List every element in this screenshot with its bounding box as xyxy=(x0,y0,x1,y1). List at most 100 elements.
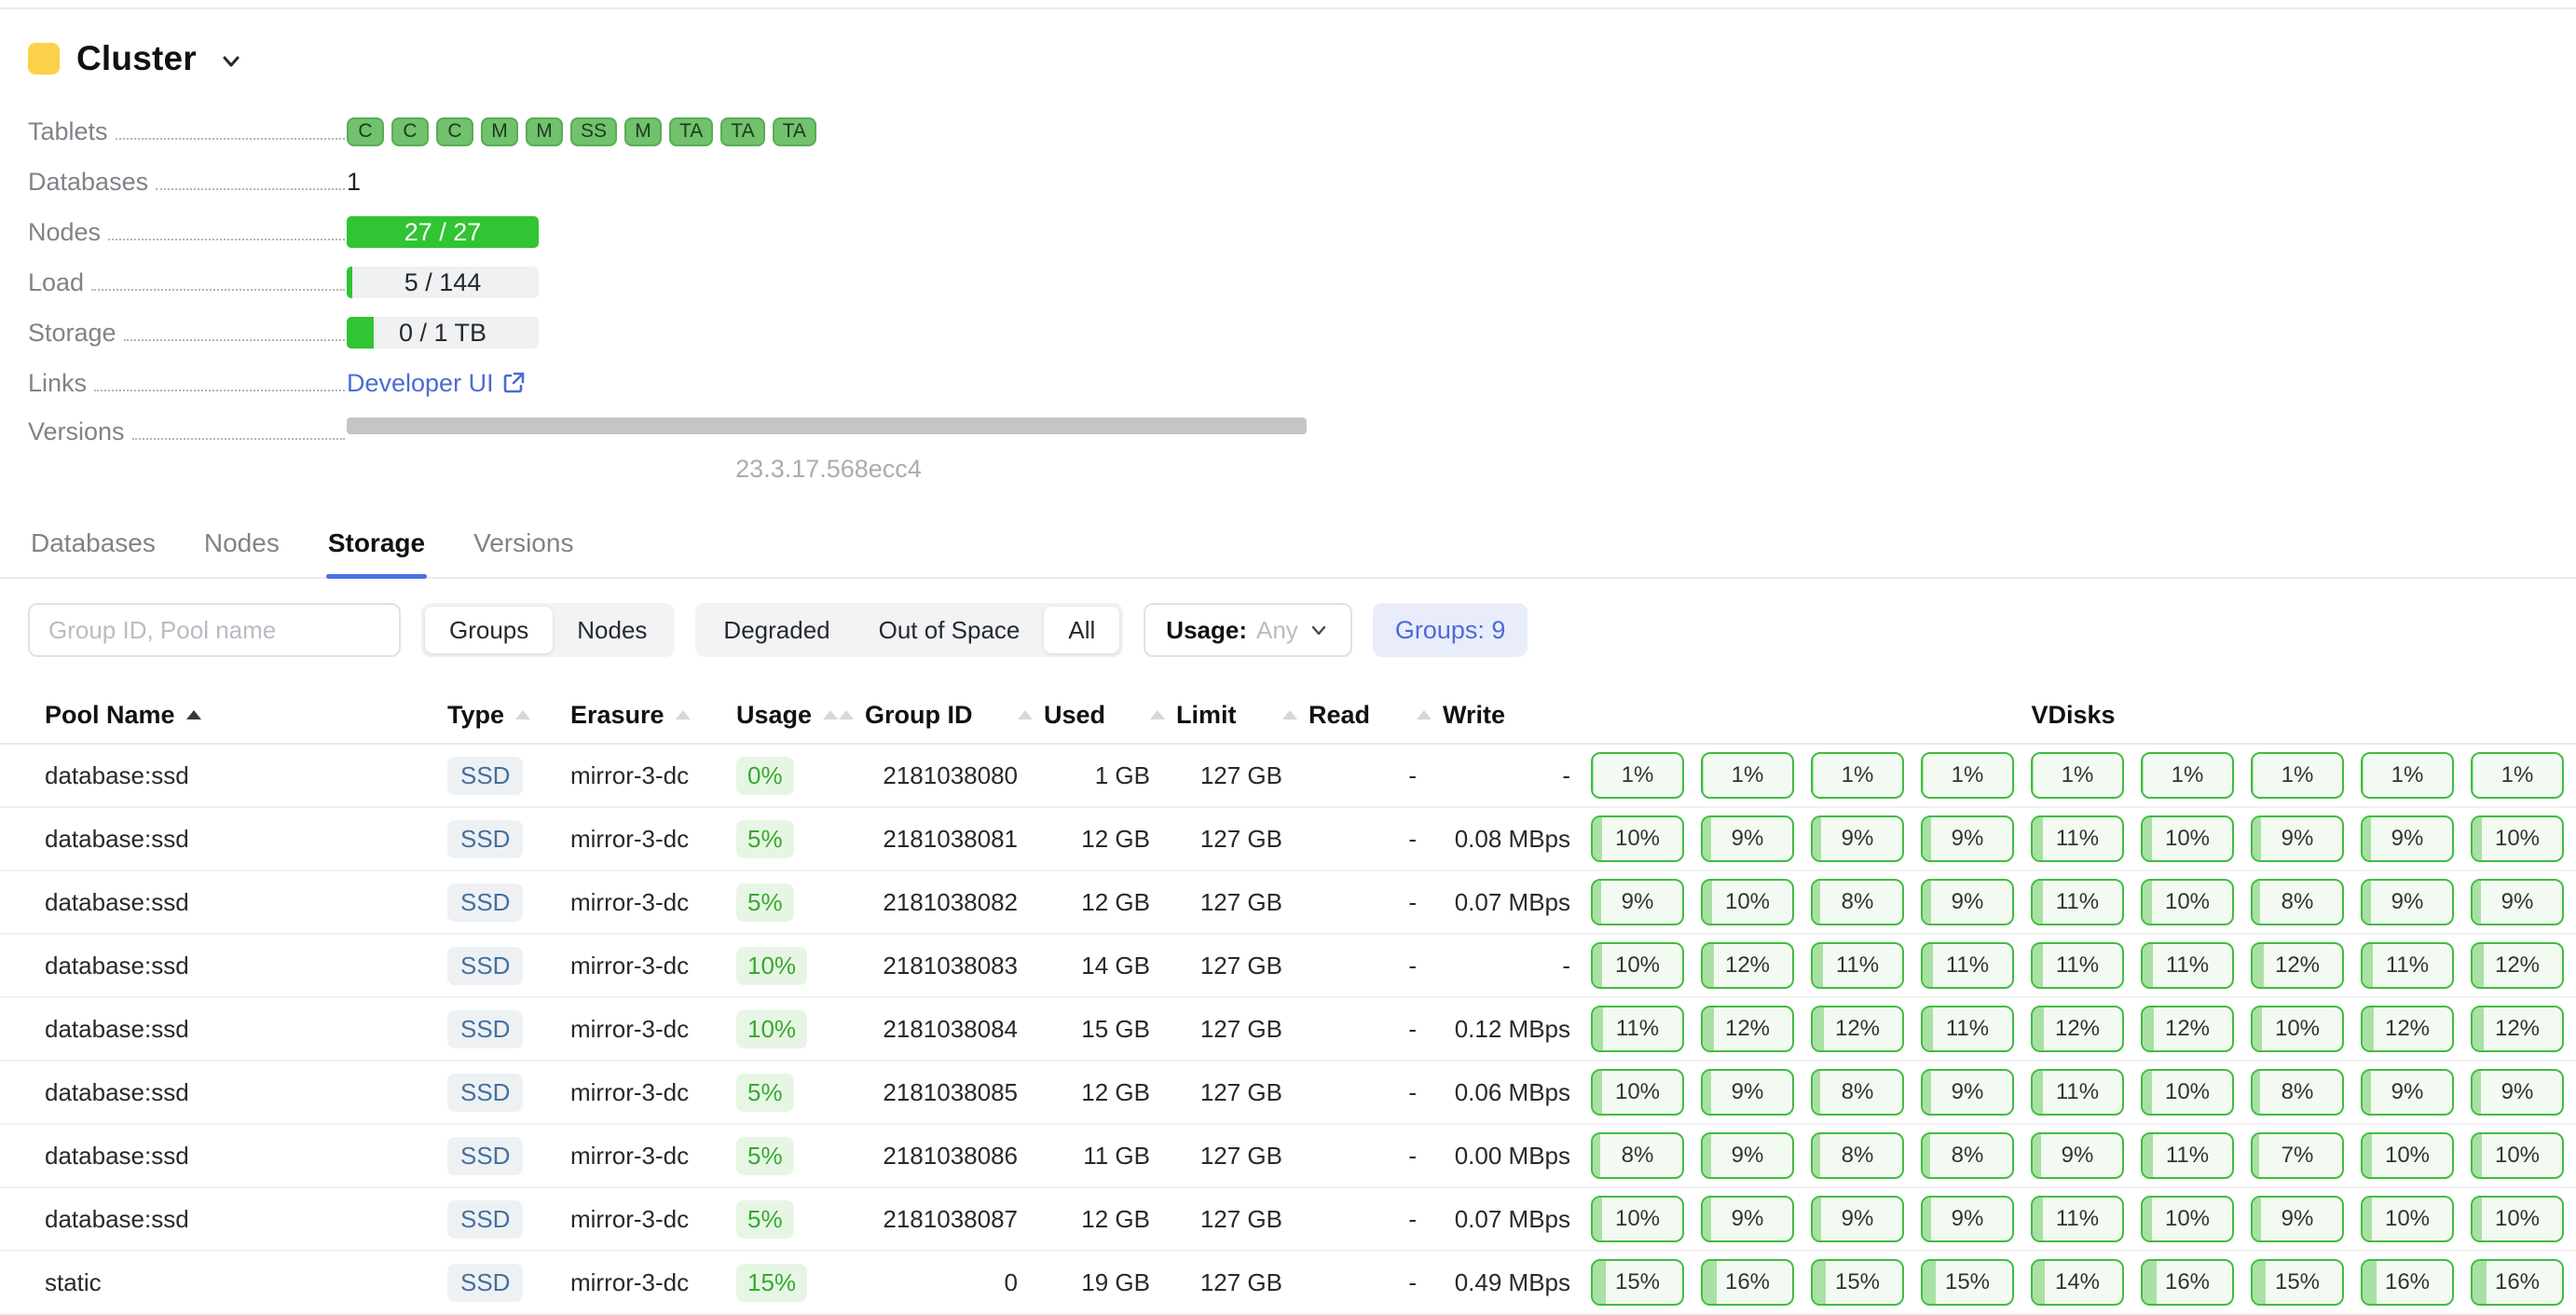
vdisk-cell[interactable]: 12% xyxy=(1701,1006,1794,1052)
tablet-badge-ta[interactable]: TA xyxy=(669,117,713,146)
vdisk-cell[interactable]: 10% xyxy=(2361,1132,2454,1179)
vdisk-cell[interactable]: 12% xyxy=(2471,942,2564,989)
vdisk-cell[interactable]: 11% xyxy=(1921,942,2014,989)
vdisk-cell[interactable]: 11% xyxy=(2141,942,2234,989)
vdisk-cell[interactable]: 1% xyxy=(2141,752,2234,799)
vdisk-cell[interactable]: 12% xyxy=(2471,1006,2564,1052)
vdisk-cell[interactable]: 11% xyxy=(2031,942,2124,989)
tablet-badge-m[interactable]: M xyxy=(481,117,518,146)
vdisk-cell[interactable]: 12% xyxy=(2361,1006,2454,1052)
vdisk-cell[interactable]: 9% xyxy=(1921,879,2014,925)
vdisk-cell[interactable]: 10% xyxy=(2141,1069,2234,1116)
vdisk-cell[interactable]: 7% xyxy=(2251,1132,2344,1179)
column-header-vdisks[interactable]: VDisks xyxy=(1570,701,2576,730)
vdisk-cell[interactable]: 9% xyxy=(2471,879,2564,925)
vdisk-cell[interactable]: 8% xyxy=(1591,1132,1684,1179)
vdisk-cell[interactable]: 12% xyxy=(1811,1006,1904,1052)
vdisk-cell[interactable]: 1% xyxy=(1701,752,1794,799)
vdisk-cell[interactable]: 9% xyxy=(1921,1069,2014,1116)
vdisk-cell[interactable]: 11% xyxy=(2141,1132,2234,1179)
vdisk-cell[interactable]: 11% xyxy=(2361,942,2454,989)
column-header-write[interactable]: Write xyxy=(1417,701,1570,730)
usage-filter-select[interactable]: Usage: Any xyxy=(1144,603,1352,657)
vdisk-cell[interactable]: 10% xyxy=(2471,1132,2564,1179)
vdisk-cell[interactable]: 11% xyxy=(1921,1006,2014,1052)
column-header-usage[interactable]: Usage xyxy=(736,701,839,730)
tab-databases[interactable]: Databases xyxy=(29,523,158,577)
vdisk-cell[interactable]: 9% xyxy=(1811,815,1904,862)
vdisk-cell[interactable]: 10% xyxy=(2141,815,2234,862)
vdisk-cell[interactable]: 1% xyxy=(2031,752,2124,799)
column-header-type[interactable]: Type xyxy=(447,701,570,730)
vdisk-cell[interactable]: 15% xyxy=(1591,1259,1684,1306)
vdisk-cell[interactable]: 8% xyxy=(1811,879,1904,925)
vdisk-cell[interactable]: 9% xyxy=(1921,815,2014,862)
vdisk-cell[interactable]: 9% xyxy=(2361,1069,2454,1116)
vdisk-cell[interactable]: 14% xyxy=(2031,1259,2124,1306)
vdisk-cell[interactable]: 1% xyxy=(2251,752,2344,799)
vdisk-cell[interactable]: 12% xyxy=(1701,942,1794,989)
vdisk-cell[interactable]: 9% xyxy=(1701,815,1794,862)
segment-option-out-of-space[interactable]: Out of Space xyxy=(855,607,1045,653)
column-header-used[interactable]: Used xyxy=(1018,701,1150,730)
vdisk-cell[interactable]: 12% xyxy=(2141,1006,2234,1052)
tab-storage[interactable]: Storage xyxy=(326,523,427,577)
vdisk-cell[interactable]: 9% xyxy=(2361,815,2454,862)
segment-option-all[interactable]: All xyxy=(1044,607,1119,653)
tablet-badge-m[interactable]: M xyxy=(624,117,662,146)
vdisk-cell[interactable]: 11% xyxy=(2031,1196,2124,1242)
vdisk-cell[interactable]: 15% xyxy=(1921,1259,2014,1306)
column-header-erasure[interactable]: Erasure xyxy=(570,701,736,730)
vdisk-cell[interactable]: 8% xyxy=(2251,1069,2344,1116)
vdisk-cell[interactable]: 9% xyxy=(1921,1196,2014,1242)
tablet-badge-m[interactable]: M xyxy=(526,117,563,146)
vdisk-cell[interactable]: 9% xyxy=(1701,1196,1794,1242)
tablet-badge-c[interactable]: C xyxy=(436,117,473,146)
vdisk-cell[interactable]: 9% xyxy=(2251,815,2344,862)
vdisk-cell[interactable]: 11% xyxy=(2031,1069,2124,1116)
tab-nodes[interactable]: Nodes xyxy=(202,523,281,577)
chevron-down-icon[interactable] xyxy=(217,48,245,75)
vdisk-cell[interactable]: 12% xyxy=(2251,942,2344,989)
vdisk-cell[interactable]: 10% xyxy=(1591,1069,1684,1116)
tablet-badge-c[interactable]: C xyxy=(391,117,429,146)
developer-ui-link[interactable]: Developer UI xyxy=(347,369,526,398)
column-header-group-id[interactable]: Group ID xyxy=(839,701,1018,730)
vdisk-cell[interactable]: 10% xyxy=(2141,879,2234,925)
vdisk-cell[interactable]: 8% xyxy=(2251,879,2344,925)
vdisk-cell[interactable]: 10% xyxy=(1591,1196,1684,1242)
vdisk-cell[interactable]: 10% xyxy=(2141,1196,2234,1242)
vdisk-cell[interactable]: 1% xyxy=(1921,752,2014,799)
search-input[interactable] xyxy=(28,603,401,657)
vdisk-cell[interactable]: 1% xyxy=(1591,752,1684,799)
vdisk-cell[interactable]: 16% xyxy=(2361,1259,2454,1306)
vdisk-cell[interactable]: 9% xyxy=(1591,879,1684,925)
vdisk-cell[interactable]: 10% xyxy=(1591,942,1684,989)
tablet-badge-ss[interactable]: SS xyxy=(570,117,617,146)
vdisk-cell[interactable]: 11% xyxy=(2031,815,2124,862)
tablet-badge-ta[interactable]: TA xyxy=(720,117,764,146)
vdisk-cell[interactable]: 10% xyxy=(1701,879,1794,925)
column-header-read[interactable]: Read xyxy=(1282,701,1417,730)
column-header-pool-name[interactable]: Pool Name xyxy=(45,701,447,730)
vdisk-cell[interactable]: 10% xyxy=(2361,1196,2454,1242)
vdisk-cell[interactable]: 15% xyxy=(1811,1259,1904,1306)
vdisk-cell[interactable]: 8% xyxy=(1811,1069,1904,1116)
vdisk-cell[interactable]: 11% xyxy=(2031,879,2124,925)
vdisk-cell[interactable]: 9% xyxy=(2031,1132,2124,1179)
vdisk-cell[interactable]: 1% xyxy=(1811,752,1904,799)
vdisk-cell[interactable]: 1% xyxy=(2471,752,2564,799)
vdisk-cell[interactable]: 9% xyxy=(2361,879,2454,925)
tablet-badge-c[interactable]: C xyxy=(347,117,384,146)
vdisk-cell[interactable]: 15% xyxy=(2251,1259,2344,1306)
vdisk-cell[interactable]: 9% xyxy=(1701,1132,1794,1179)
vdisk-cell[interactable]: 1% xyxy=(2361,752,2454,799)
vdisk-cell[interactable]: 9% xyxy=(2471,1069,2564,1116)
tablet-badge-ta[interactable]: TA xyxy=(773,117,816,146)
vdisk-cell[interactable]: 8% xyxy=(1921,1132,2014,1179)
vdisk-cell[interactable]: 9% xyxy=(1701,1069,1794,1116)
vdisk-cell[interactable]: 8% xyxy=(1811,1132,1904,1179)
vdisk-cell[interactable]: 16% xyxy=(2141,1259,2234,1306)
tab-versions[interactable]: Versions xyxy=(472,523,575,577)
vdisk-cell[interactable]: 9% xyxy=(1811,1196,1904,1242)
